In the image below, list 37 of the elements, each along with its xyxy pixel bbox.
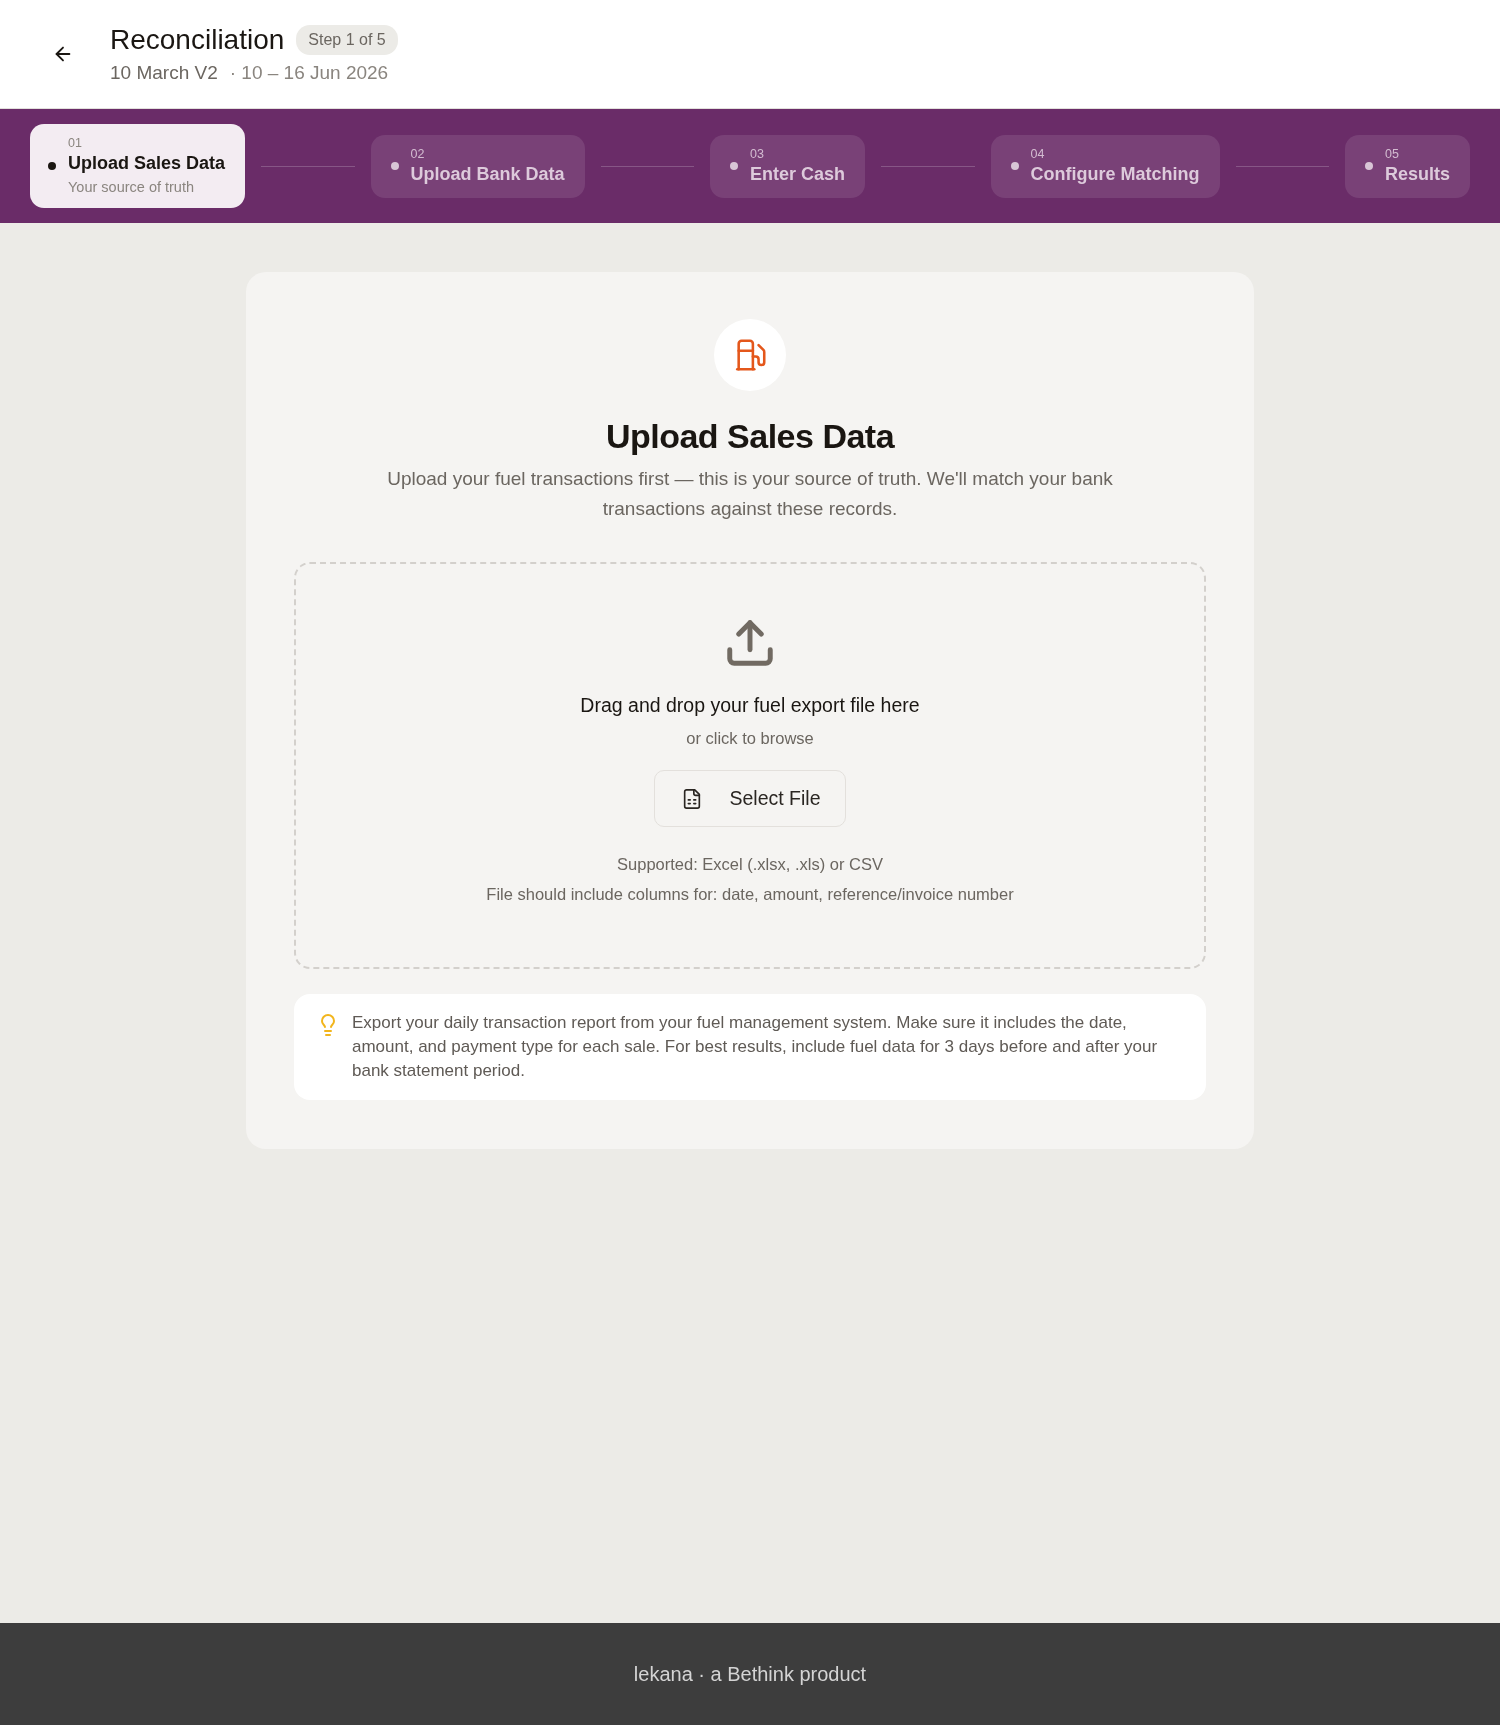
- date-range: · 10 – 16 Jun 2026: [229, 62, 389, 84]
- step-tab[interactable]: 04 Configure Matching: [990, 134, 1220, 198]
- tip-text: Export your daily transaction report from your fuel management system. Make sure it includes the date, amount, and payment type for each sale. For best results, include fuel data for 3 days before and after your bank statement period.: [352, 1012, 1159, 1082]
- step-tab[interactable]: 05 Results: [1345, 134, 1471, 198]
- dot-icon: [390, 162, 399, 170]
- browse-hint: or click to browse: [686, 729, 814, 748]
- step-label: Results: [1385, 163, 1451, 186]
- step-number: 04: [1030, 146, 1046, 162]
- dot-icon: [48, 162, 56, 170]
- step-number: 05: [1385, 146, 1400, 162]
- dot-icon: [1010, 162, 1019, 170]
- fuel-pump-icon: [714, 319, 786, 391]
- page-title: Reconciliation: [110, 24, 285, 56]
- file-dropzone[interactable]: Drag and drop your fuel export file here or click to browse Select File Supported: Excel (.xlsx, .xls) or CSV File should include columns for: date, amount, reference/invoice number: [294, 562, 1206, 969]
- format-note: Supported: Excel (.xlsx, .xls) or CSV: [617, 854, 883, 875]
- dropzone-heading: Drag and drop your fuel export file here: [580, 694, 920, 717]
- dot-icon: [730, 162, 739, 170]
- card-description: Upload your fuel transactions first — this is your source of truth. We'll match your bank transactions against these records.: [386, 467, 1114, 521]
- format-note: File should include columns for: date, amount, reference/invoice number: [486, 884, 1014, 905]
- step-label: Configure Matching: [1030, 163, 1200, 186]
- reconciliation-name: 10 March V2: [110, 62, 218, 84]
- step-tab[interactable]: 03 Enter Cash: [710, 134, 866, 198]
- step-label: Upload Sales Data: [68, 152, 226, 175]
- step-tab[interactable]: 01 Upload Sales Data Your source of truth: [30, 124, 246, 208]
- step-caption: Your source of truth: [68, 178, 195, 197]
- lightbulb-icon: [318, 1014, 338, 1036]
- footer-text: lekana · a Bethink product: [633, 1662, 867, 1686]
- step-badge: Step 1 of 5: [296, 25, 398, 55]
- step-tab[interactable]: 02 Upload Bank Data: [370, 134, 585, 198]
- step-number: 01: [68, 135, 83, 151]
- select-file-button[interactable]: Select File: [654, 770, 846, 827]
- card-title: Upload Sales Data: [605, 417, 895, 456]
- dot-icon: [1365, 162, 1373, 170]
- step-label: Upload Bank Data: [410, 163, 565, 186]
- step-number: 03: [750, 146, 765, 162]
- step-label: Enter Cash: [750, 163, 846, 186]
- step-number: 02: [410, 146, 426, 162]
